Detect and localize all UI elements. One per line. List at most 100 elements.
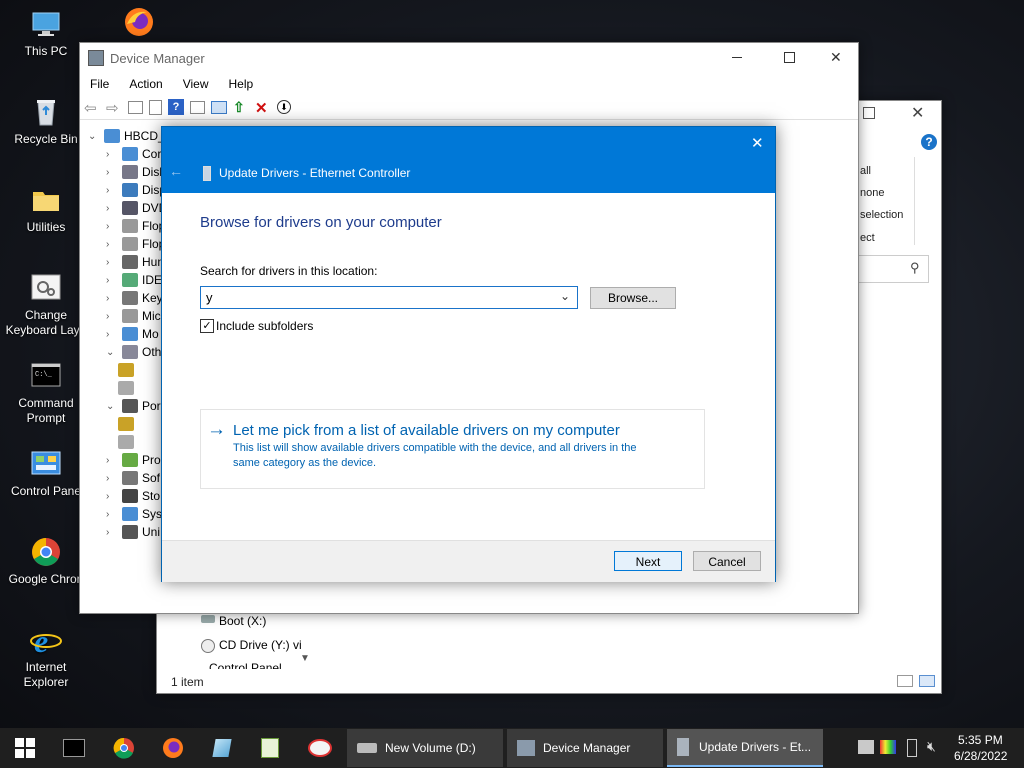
sidebar-item-boot[interactable]: Boot (X:) [219, 614, 266, 628]
chevron-down-icon[interactable]: ⌄ [88, 131, 98, 142]
tree-item[interactable]: › DVD [106, 199, 167, 217]
chevron-right-icon[interactable]: › [106, 329, 116, 340]
menu-file[interactable]: File [90, 77, 109, 91]
tree-item[interactable]: › IDE [106, 271, 162, 289]
tree-item[interactable] [118, 361, 138, 379]
cancel-button[interactable]: Cancel [693, 551, 761, 571]
color-tray-icon[interactable] [880, 740, 896, 754]
taskbar-firefox[interactable] [153, 728, 193, 768]
show-hide-tree-icon[interactable] [128, 100, 143, 114]
chevron-right-icon[interactable]: › [106, 149, 116, 160]
chevron-right-icon[interactable]: › [106, 239, 116, 250]
start-button[interactable] [5, 728, 45, 768]
desktop-icon-google-chrome[interactable]: Google Chron [2, 536, 90, 587]
chevron-right-icon[interactable]: › [106, 167, 116, 178]
chevron-right-icon[interactable]: › [106, 311, 116, 322]
taskbar-app-5[interactable] [250, 728, 290, 768]
maximize-icon[interactable] [863, 107, 875, 119]
desktop-icon-command-prompt[interactable]: C:\_ Command Prompt [2, 360, 90, 426]
taskbar-chrome[interactable] [104, 728, 144, 768]
tree-item[interactable] [118, 415, 138, 433]
chevron-right-icon[interactable]: › [106, 185, 116, 196]
tree-item[interactable]: › Uni [106, 523, 160, 541]
tree-item[interactable]: ⌄ Oth [106, 343, 161, 361]
chevron-down-icon[interactable]: ⌄ [106, 347, 116, 358]
taskbar-app-6[interactable] [300, 728, 340, 768]
desktop-icon-firefox[interactable] [95, 6, 183, 42]
close-icon[interactable]: ✕ [751, 134, 764, 152]
chevron-right-icon[interactable]: › [106, 293, 116, 304]
pick-driver-link[interactable]: Let me pick from a list of available dri… [233, 422, 620, 439]
properties-icon[interactable] [149, 99, 162, 115]
network-tray-icon[interactable] [858, 740, 874, 754]
tree-item[interactable]: › Hun [106, 253, 164, 271]
include-subfolders-checkbox[interactable]: ✓ [200, 319, 214, 333]
tree-item[interactable]: › Sto [106, 487, 160, 505]
forward-arrow-icon[interactable]: ⇨ [106, 99, 122, 117]
help-icon[interactable]: ? [921, 134, 937, 150]
tree-item[interactable]: › Sof [106, 469, 160, 487]
uninstall-device-icon[interactable]: ✕ [255, 99, 271, 117]
menu-view[interactable]: View [183, 77, 209, 91]
maximize-icon[interactable] [784, 52, 795, 63]
tree-item[interactable]: › Disp [106, 181, 166, 199]
next-button[interactable]: Next [614, 551, 682, 571]
close-icon[interactable]: ✕ [911, 103, 924, 123]
menu-action[interactable]: Action [129, 77, 162, 91]
tree-item[interactable]: › Pro [106, 451, 161, 469]
ribbon-select-none[interactable]: none [860, 187, 884, 199]
close-icon[interactable]: ✕ [830, 49, 842, 66]
back-arrow-icon[interactable]: ⇦ [84, 99, 100, 117]
tree-item[interactable] [118, 433, 138, 451]
search-box[interactable]: ⚲ [857, 255, 929, 283]
chevron-right-icon[interactable]: › [106, 257, 116, 268]
tree-root[interactable]: ⌄ HBCD_ [88, 127, 165, 145]
update-drivers-dialog[interactable]: ✕ ← Update Drivers - Ethernet Controller… [161, 126, 776, 582]
clock-time[interactable]: 5:35 PM [958, 733, 1003, 747]
pick-driver-link-box[interactable]: → Let me pick from a list of available d… [200, 409, 705, 489]
back-arrow-icon[interactable]: ← [169, 163, 183, 179]
tree-item[interactable]: › Key [106, 289, 163, 307]
tree-item[interactable]: › Flop [106, 217, 165, 235]
tree-item[interactable] [118, 379, 138, 397]
desktop-icon-control-panel[interactable]: Control Pane [2, 448, 90, 499]
sidebar-item-cd-drive[interactable]: CD Drive (Y:) vi [219, 638, 302, 652]
ribbon-select-all[interactable]: all [860, 165, 871, 177]
download-icon[interactable]: ⬇ [277, 100, 291, 114]
clock-date[interactable]: 6/28/2022 [954, 749, 1007, 763]
tree-item[interactable]: › Disl [106, 163, 162, 181]
chevron-right-icon[interactable]: › [106, 455, 116, 466]
desktop-icon-utilities[interactable]: Utilities [2, 184, 90, 235]
taskbar-task-device-manager[interactable]: Device Manager [507, 729, 663, 767]
desktop-icon-change-keyboard[interactable]: Change Keyboard Layo [2, 272, 90, 338]
minimize-icon[interactable] [732, 57, 742, 58]
desktop-icon-this-pc[interactable]: This PC [2, 8, 90, 59]
desktop-icon-recycle-bin[interactable]: Recycle Bin [2, 96, 90, 147]
desktop-icon-internet-explorer[interactable]: e Internet Explorer [2, 623, 90, 690]
tree-item[interactable]: › Mic [106, 307, 161, 325]
large-icons-view-icon[interactable] [919, 675, 935, 687]
menu-help[interactable]: Help [229, 77, 254, 91]
tree-item[interactable]: › Sys [106, 505, 162, 523]
taskbar-app-4[interactable] [202, 728, 242, 768]
chevron-down-icon[interactable]: ⌄ [106, 401, 116, 412]
ribbon-invert-selection[interactable]: selection [860, 209, 903, 221]
tree-item[interactable]: › Flop [106, 235, 165, 253]
details-view-icon[interactable] [897, 675, 913, 687]
usb-tray-icon[interactable] [907, 739, 917, 757]
tree-item[interactable]: › Cor [106, 145, 161, 163]
chevron-right-icon[interactable]: › [106, 221, 116, 232]
chevron-right-icon[interactable]: › [106, 527, 116, 538]
chevron-down-icon[interactable]: ⌄ [560, 289, 570, 303]
chevron-right-icon[interactable]: › [106, 509, 116, 520]
chevron-right-icon[interactable]: › [106, 203, 116, 214]
taskbar-task-update-drivers[interactable]: Update Drivers - Et... [667, 729, 823, 767]
include-subfolders-label[interactable]: Include subfolders [216, 319, 313, 333]
taskbar-command-prompt[interactable] [54, 728, 94, 768]
update-driver-icon[interactable]: ⇧ [233, 99, 249, 115]
volume-muted-icon[interactable]: 🔇︎ [927, 738, 936, 755]
view-icon[interactable] [190, 100, 205, 114]
scroll-down-icon[interactable]: ▼ [300, 653, 310, 664]
tree-item[interactable]: › Mo [106, 325, 159, 343]
device-manager-titlebar[interactable]: Device Manager [80, 43, 858, 73]
